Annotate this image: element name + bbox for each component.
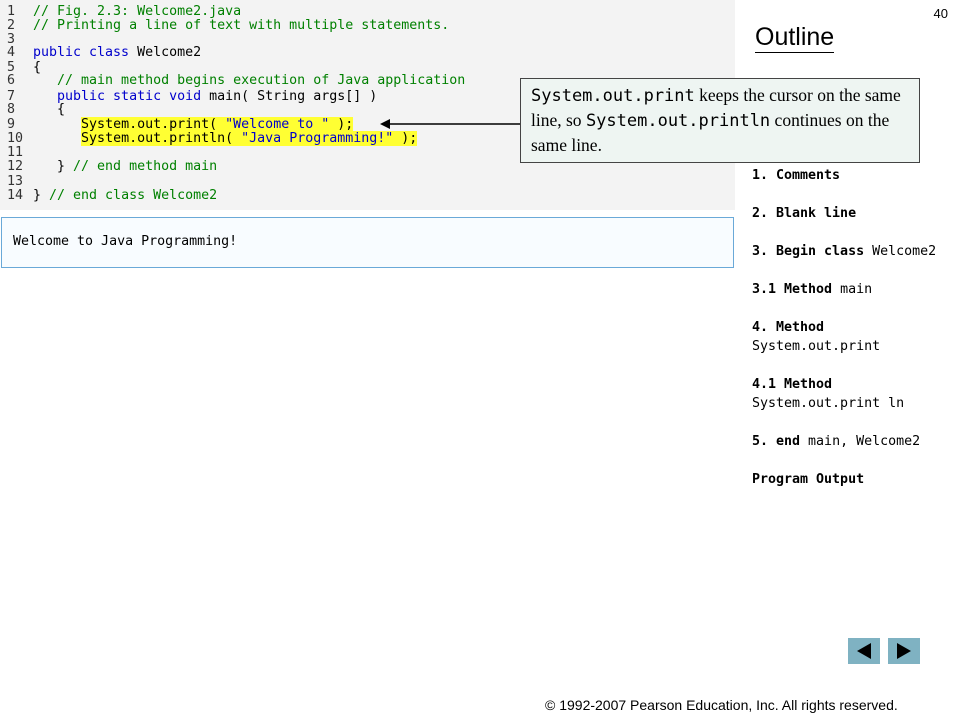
program-output-text: Welcome to Java Programming! — [13, 234, 238, 249]
code-token: main( String args[] ) — [209, 89, 378, 104]
outline-item-heading: 3. Begin class — [752, 244, 873, 259]
code-token: // Fig. 2.3: Welcome2.java — [33, 4, 242, 19]
triangle-left-icon — [857, 643, 871, 659]
copyright-notice: © 1992-2007 Pearson Education, Inc. All … — [545, 697, 898, 713]
code-token: System.out.println( — [81, 131, 242, 146]
outline-item: 1. Comments — [752, 166, 952, 185]
code-token: "Welcome to " — [225, 117, 330, 132]
code-token: // main method begins execution of Java … — [33, 73, 466, 88]
outline-item: 3.1 Method main — [752, 280, 952, 299]
outline-item-code: System.out.print ln — [752, 396, 905, 411]
code-text: // Fig. 2.3: Welcome2.java — [33, 4, 241, 19]
outline-item: 4. Method System.out.print — [752, 318, 952, 356]
outline-item-heading: 3.1 Method — [752, 282, 841, 297]
line-number: 14 — [7, 188, 24, 203]
outline-item-heading: Program Output — [752, 472, 865, 487]
callout-arrow — [380, 119, 522, 129]
outline-title: Outline — [755, 23, 835, 53]
code-text: public class Welcome2 — [33, 45, 201, 60]
code-token: } — [33, 188, 50, 203]
outline-item-heading: 4.1 Method — [752, 377, 833, 392]
outline-item-code: System.out.print — [752, 339, 881, 354]
outline-item-code: Welcome2 — [872, 244, 937, 259]
line-number: 4 — [7, 45, 16, 60]
outline-item: 3. Begin class Welcome2 — [752, 242, 952, 261]
code-text: System.out.println( "Java Programming!" … — [33, 131, 418, 146]
code-token: "Java Programming!" — [241, 131, 394, 146]
code-token: { — [33, 102, 66, 117]
next-slide-button[interactable] — [888, 638, 920, 664]
outline-item-heading: 5. end — [752, 434, 809, 449]
code-token: // end class Welcome2 — [49, 188, 218, 203]
line-number: 2 — [7, 18, 16, 33]
line-number: 9 — [7, 117, 16, 132]
code-token: public class — [33, 45, 138, 60]
line-number: 13 — [7, 174, 24, 189]
code-token: System.out.print( — [81, 117, 226, 132]
triangle-right-icon — [897, 643, 911, 659]
outline-item: 2. Blank line — [752, 204, 952, 223]
outline-list: 1. Comments 2. Blank line 3. Begin class W… — [752, 166, 952, 508]
code-token: ); — [329, 117, 354, 132]
code-text: System.out.print( "Welcome to " ); — [33, 117, 354, 132]
code-token: Welcome2 — [137, 45, 202, 60]
code-text: // Printing a line of text with multiple… — [33, 18, 449, 33]
callout-code-print: System.out.print — [531, 86, 695, 106]
outline-item: 5. end main, Welcome2 — [752, 432, 952, 451]
line-number: 11 — [7, 145, 24, 160]
code-token: // Printing a line of text with multiple… — [33, 18, 450, 33]
code-token: } — [33, 159, 74, 174]
line-number: 8 — [7, 102, 16, 117]
outline-item: Program Output — [752, 470, 952, 489]
code-text: { — [33, 102, 65, 117]
line-number: 10 — [7, 131, 24, 146]
code-text: public static void main( String args[] ) — [33, 89, 377, 104]
program-output-panel: Welcome to Java Programming! — [1, 217, 734, 268]
code-text: } // end method main — [33, 159, 217, 174]
callout-box: System.out.print keeps the cursor on the… — [520, 78, 920, 163]
line-number: 1 — [7, 4, 16, 19]
line-number: 12 — [7, 159, 24, 174]
code-text: // main method begins execution of Java … — [33, 73, 465, 88]
line-number: 6 — [7, 73, 16, 88]
callout-code-println: System.out.println — [585, 111, 771, 131]
outline-item: 4.1 Method System.out.print ln — [752, 375, 952, 413]
outline-item-code: main, Welcome2 — [808, 434, 921, 449]
outline-item-heading: 2. Blank line — [752, 206, 857, 221]
outline-item-heading: 4. Method — [752, 320, 825, 335]
outline-item-code: main — [840, 282, 873, 297]
code-token: // end method main — [73, 159, 218, 174]
slide-number: 40 — [933, 6, 948, 21]
previous-slide-button[interactable] — [848, 638, 880, 664]
outline-item-heading: 1. Comments — [752, 168, 841, 183]
code-text: } // end class Welcome2 — [33, 188, 217, 203]
